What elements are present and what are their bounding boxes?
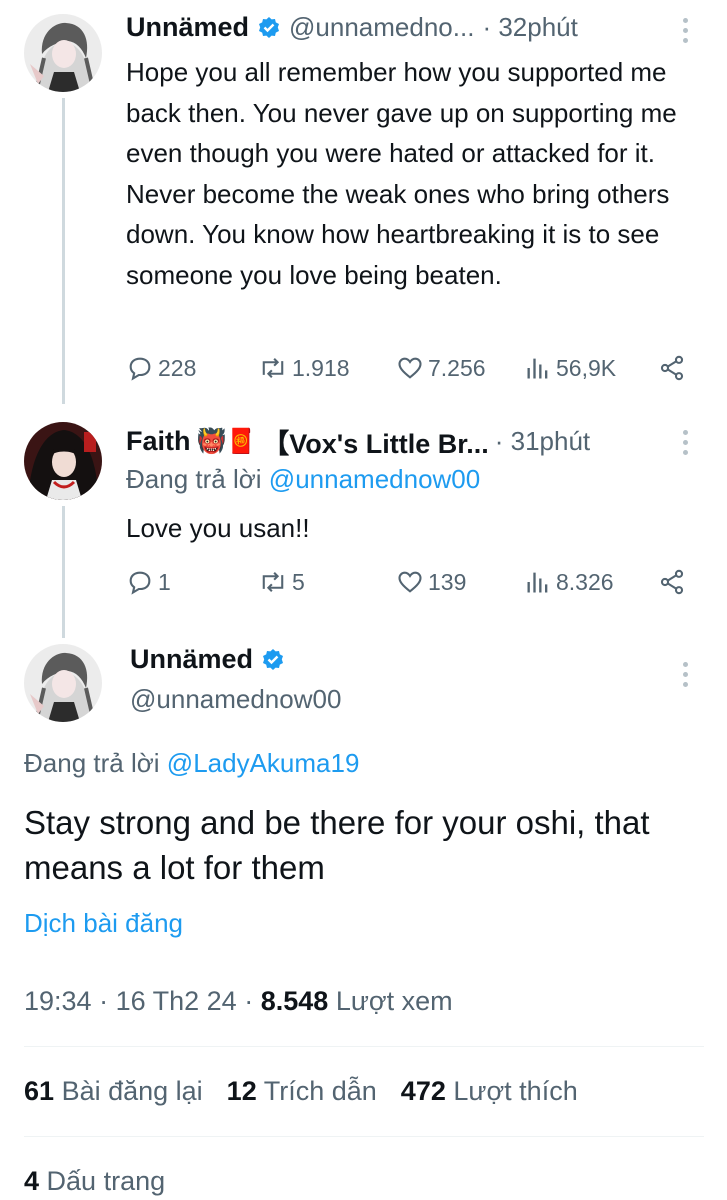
verified-badge-icon bbox=[257, 16, 281, 40]
verified-badge-icon bbox=[261, 648, 285, 672]
tweet-text: Hope you all remember how you supported … bbox=[126, 57, 677, 290]
tweet-time[interactable]: · 32phút bbox=[482, 12, 577, 43]
author-name[interactable]: Unnämed bbox=[130, 644, 253, 675]
likes-stat[interactable]: 472 Lượt thích bbox=[401, 1076, 578, 1107]
like-count: 7.256 bbox=[428, 354, 486, 381]
reply-count: 228 bbox=[158, 354, 197, 381]
views-count: 8.548 bbox=[260, 986, 329, 1016]
repost-icon bbox=[262, 572, 284, 592]
views-button[interactable]: 8.326 bbox=[524, 568, 614, 596]
quotes-count: 12 bbox=[226, 1076, 257, 1106]
repost-icon bbox=[262, 358, 284, 378]
reply-button[interactable]: 228 bbox=[126, 354, 196, 382]
reposts-label: Bài đăng lại bbox=[61, 1076, 203, 1106]
author-name[interactable]: Faith bbox=[126, 426, 191, 457]
avatar-unnamed[interactable] bbox=[24, 14, 102, 92]
replying-label: Đang trả lời bbox=[24, 748, 160, 778]
bookmarks-stat[interactable]: 4 Dấu trang bbox=[24, 1166, 165, 1197]
replying-to: Đang trả lời @LadyAkuma19 bbox=[24, 748, 359, 779]
more-options-icon[interactable] bbox=[683, 430, 688, 455]
reply-icon bbox=[129, 357, 151, 381]
bookmarks-label: Dấu trang bbox=[46, 1166, 166, 1196]
like-button[interactable]: 139 bbox=[396, 568, 466, 596]
tweet2-header: Faith 👹🧧 【Vox's Little Br... · 31phút bbox=[126, 422, 590, 461]
tweet1-header: Unnämed @unnamedno... · 32phút bbox=[126, 12, 578, 43]
repost-count: 1.918 bbox=[292, 354, 350, 381]
tweet-text: Love you usan!! bbox=[126, 513, 310, 543]
repost-button[interactable]: 5 bbox=[258, 568, 305, 596]
tweet-time[interactable]: 19:34 bbox=[24, 986, 92, 1016]
reply-count: 1 bbox=[158, 568, 171, 595]
views-count: 8.326 bbox=[556, 568, 614, 595]
reposts-stat[interactable]: 61 Bài đăng lại bbox=[24, 1076, 203, 1107]
name-emoji: 👹🧧 bbox=[196, 428, 257, 455]
engagement-stats: 61 Bài đăng lại 12 Trích dẫn 472 Lượt th… bbox=[24, 1076, 578, 1107]
replying-handle-link[interactable]: @unnamednow00 bbox=[269, 464, 480, 494]
views-button[interactable]: 56,9K bbox=[524, 354, 616, 382]
author-handle[interactable]: @unnamednow00 bbox=[130, 684, 341, 715]
author-name-suffix[interactable]: 【Vox's Little Br... bbox=[262, 422, 488, 461]
translate-link[interactable]: Dịch bài đăng bbox=[24, 908, 183, 939]
share-icon[interactable] bbox=[658, 568, 686, 601]
replying-label: Đang trả lời bbox=[126, 464, 262, 494]
repost-button[interactable]: 1.918 bbox=[258, 354, 350, 382]
likes-count: 472 bbox=[400, 1076, 446, 1106]
heart-icon bbox=[398, 357, 422, 379]
avatar-unnamed[interactable] bbox=[24, 644, 102, 722]
replying-handle-link[interactable]: @LadyAkuma19 bbox=[167, 748, 360, 778]
replying-to: Đang trả lời @unnamednow00 bbox=[126, 464, 480, 495]
reposts-count: 61 bbox=[24, 1076, 55, 1106]
more-options-icon[interactable] bbox=[683, 18, 688, 43]
bookmarks-count: 4 bbox=[24, 1166, 40, 1196]
reply-button[interactable]: 1 bbox=[126, 568, 171, 596]
quotes-label: Trích dẫn bbox=[263, 1076, 377, 1106]
likes-label: Lượt thích bbox=[453, 1076, 578, 1106]
share-icon[interactable] bbox=[658, 354, 686, 387]
repost-count: 5 bbox=[292, 568, 305, 595]
main-tweet-text: Stay strong and be there for your oshi, … bbox=[24, 804, 650, 886]
avatar-faith[interactable] bbox=[24, 422, 102, 500]
tweet-date[interactable]: 16 Th2 24 bbox=[116, 986, 237, 1016]
main-author-line: Unnämed bbox=[130, 644, 285, 675]
more-options-icon[interactable] bbox=[683, 662, 688, 687]
analytics-icon bbox=[527, 358, 548, 379]
like-count: 139 bbox=[428, 568, 467, 595]
timestamp-line: 19:34 · 16 Th2 24 · 8.548 Lượt xem bbox=[24, 986, 453, 1016]
heart-icon bbox=[398, 571, 422, 593]
views-label: Lượt xem bbox=[335, 986, 453, 1016]
analytics-icon bbox=[527, 572, 548, 593]
reply-icon bbox=[129, 571, 151, 595]
like-button[interactable]: 7.256 bbox=[396, 354, 486, 382]
tweet-time[interactable]: · 31phút bbox=[495, 426, 590, 457]
quotes-stat[interactable]: 12 Trích dẫn bbox=[227, 1076, 377, 1107]
divider bbox=[24, 1136, 704, 1137]
author-name[interactable]: Unnämed bbox=[126, 12, 249, 43]
views-count: 56,9K bbox=[556, 354, 617, 381]
author-handle[interactable]: @unnamedno... bbox=[289, 12, 474, 43]
thread-line bbox=[62, 98, 65, 404]
divider bbox=[24, 1046, 704, 1047]
thread-line bbox=[62, 506, 65, 638]
